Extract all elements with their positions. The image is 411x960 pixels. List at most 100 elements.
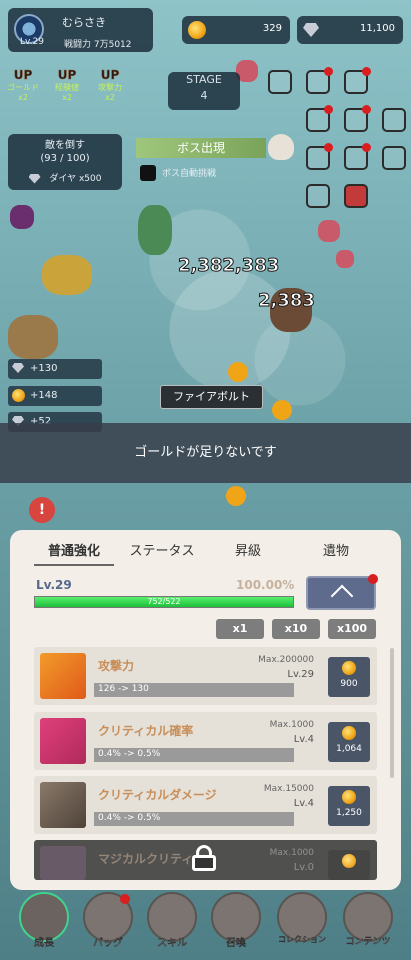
quest-panel[interactable]: 敵を倒す (93 / 100) ダイヤ x500 <box>8 134 122 190</box>
drop-value: +148 <box>30 390 58 401</box>
clock-icon[interactable] <box>268 70 292 94</box>
buff-count: x2 <box>18 93 28 102</box>
diamond-icon <box>303 23 319 37</box>
quest-reward: ダイヤ x500 <box>8 171 122 184</box>
monster-sprite <box>42 255 92 295</box>
upgrade-card-crit-damage: クリティカルダメージ Max.15000 Lv.4 0.4% -> 0.5% 1… <box>34 776 377 834</box>
buff-exp[interactable]: UP 経験値 x2 <box>50 68 84 102</box>
drop-log: +148 <box>8 386 102 406</box>
upgrade-range-bar: 0.4% -> 0.5% <box>94 748 294 762</box>
upgrade-buy-button[interactable]: 900 <box>328 657 370 697</box>
quest-title: 敵を倒す <box>45 140 85 151</box>
buff-up-label: UP <box>57 68 77 83</box>
gold-counter[interactable]: 329 <box>182 16 290 44</box>
diamond-counter[interactable]: 11,100 <box>297 16 403 44</box>
diamond-icon <box>12 363 24 373</box>
boss-appear-button[interactable]: ボス出現 <box>136 138 266 158</box>
gold-coin-icon <box>342 661 356 675</box>
combat-power: 戦闘力 7万5012 <box>64 40 132 50</box>
nav-collection[interactable]: コレクション <box>272 892 332 945</box>
buff-label: 攻撃力 <box>98 83 122 92</box>
damage-number: 2,383 <box>258 290 316 312</box>
calendar-icon[interactable] <box>344 143 371 170</box>
damage-number: 2,382,383 <box>177 255 280 277</box>
tab-promotion[interactable]: 昇級 <box>216 540 280 566</box>
nav-skill[interactable]: スキル <box>142 892 202 949</box>
player-name: むらさき <box>62 16 106 29</box>
upgrade-range-bar: 126 -> 130 <box>94 683 294 697</box>
alert-icon[interactable]: ! <box>29 497 55 523</box>
notification-dot <box>368 574 378 584</box>
stage-number: 4 <box>200 89 208 102</box>
skill-tooltip: ファイアボルト <box>160 385 263 409</box>
gift-icon[interactable] <box>306 184 330 208</box>
upgrade-card-attack: 攻撃力 Max.200000 Lv.29 126 -> 130 900 <box>34 647 377 705</box>
nav-contents[interactable]: コンテンツ <box>338 892 398 947</box>
magic-crit-icon <box>40 846 86 880</box>
nav-growth[interactable]: 成長 <box>14 892 74 949</box>
upgrade-range-bar: 0.4% -> 0.5% <box>94 812 294 826</box>
player-profile[interactable]: むらさき Lv.29 戦闘力 7万5012 <box>8 8 153 52</box>
notification-dot <box>324 67 333 76</box>
tab-relics[interactable]: 遺物 <box>300 540 372 566</box>
multiplier-x100[interactable]: x100 <box>328 619 376 639</box>
gold-coin-icon <box>188 21 206 39</box>
quest-progress: (93 / 100) <box>40 153 90 164</box>
mail-icon[interactable] <box>344 67 371 94</box>
panel-percent: 100.00% <box>236 578 295 592</box>
video-play-icon[interactable] <box>344 184 368 208</box>
panel-level: Lv.29 <box>36 578 72 592</box>
auto-checkbox[interactable] <box>140 165 156 181</box>
bottom-nav: 成長 バッグ スキル 召喚 コレクション コンテンツ <box>0 890 411 960</box>
coin-drop <box>226 486 246 506</box>
buff-attack[interactable]: UP 攻撃力 x2 <box>93 68 127 102</box>
ranking-icon[interactable] <box>344 105 371 132</box>
attack-icon <box>40 653 86 699</box>
coin-drop <box>272 400 292 420</box>
tab-status[interactable]: ステータス <box>120 540 204 566</box>
gold-coin-icon <box>342 854 356 868</box>
upgrade-level: Lv.0 <box>293 862 314 873</box>
upgrade-range: 0.4% -> 0.5% <box>98 749 161 759</box>
nav-bag[interactable]: バッグ <box>78 892 138 949</box>
shop-cart-icon[interactable] <box>306 105 333 132</box>
gold-coin-icon <box>342 726 356 740</box>
multiplier-x1[interactable]: x1 <box>216 619 264 639</box>
upgrade-level: Lv.4 <box>293 734 314 745</box>
nav-label: スキル <box>157 938 187 949</box>
boss-auto-toggle[interactable]: ボス自動挑戦 <box>140 164 262 182</box>
buff-gold[interactable]: UP ゴールド x2 <box>6 68 40 102</box>
level-up-button[interactable] <box>306 574 378 610</box>
nav-summon[interactable]: 召喚 <box>206 892 266 949</box>
upgrade-name: クリティカル確率 <box>98 724 194 738</box>
mushroom-sprite <box>336 250 354 268</box>
lock-icon <box>190 845 218 871</box>
upgrade-level: Lv.4 <box>293 798 314 809</box>
crit-damage-icon <box>40 782 86 828</box>
upgrade-max: Max.1000 <box>269 848 314 858</box>
buff-up-label: UP <box>13 68 33 83</box>
diamond-icon <box>28 173 41 184</box>
upgrade-name: 攻撃力 <box>98 659 135 673</box>
drop-value: +130 <box>30 363 58 374</box>
buff-count: x2 <box>62 93 72 102</box>
scrollbar[interactable] <box>390 648 394 778</box>
pass-icon[interactable] <box>306 143 333 170</box>
upgrade-cost: 900 <box>340 679 358 689</box>
gold-amount: 329 <box>262 23 282 34</box>
crit-rate-icon <box>40 718 86 764</box>
nav-label: コンテンツ <box>345 937 391 947</box>
upgrade-max: Max.1000 <box>269 720 314 730</box>
multiplier-x10[interactable]: x10 <box>272 619 320 639</box>
quest-list-icon[interactable] <box>306 67 333 94</box>
monster-sprite <box>138 205 172 255</box>
settings-icon[interactable] <box>382 146 406 170</box>
upgrade-max: Max.15000 <box>263 784 314 794</box>
notification-dot <box>362 67 371 76</box>
skull-icon[interactable] <box>268 134 294 160</box>
upgrade-buy-button[interactable]: 1,064 <box>328 722 370 762</box>
tab-basic-upgrade[interactable]: 普通強化 <box>34 540 114 566</box>
nav-label: 召喚 <box>226 938 246 949</box>
home-icon[interactable] <box>382 108 406 132</box>
upgrade-buy-button[interactable]: 1,250 <box>328 786 370 826</box>
